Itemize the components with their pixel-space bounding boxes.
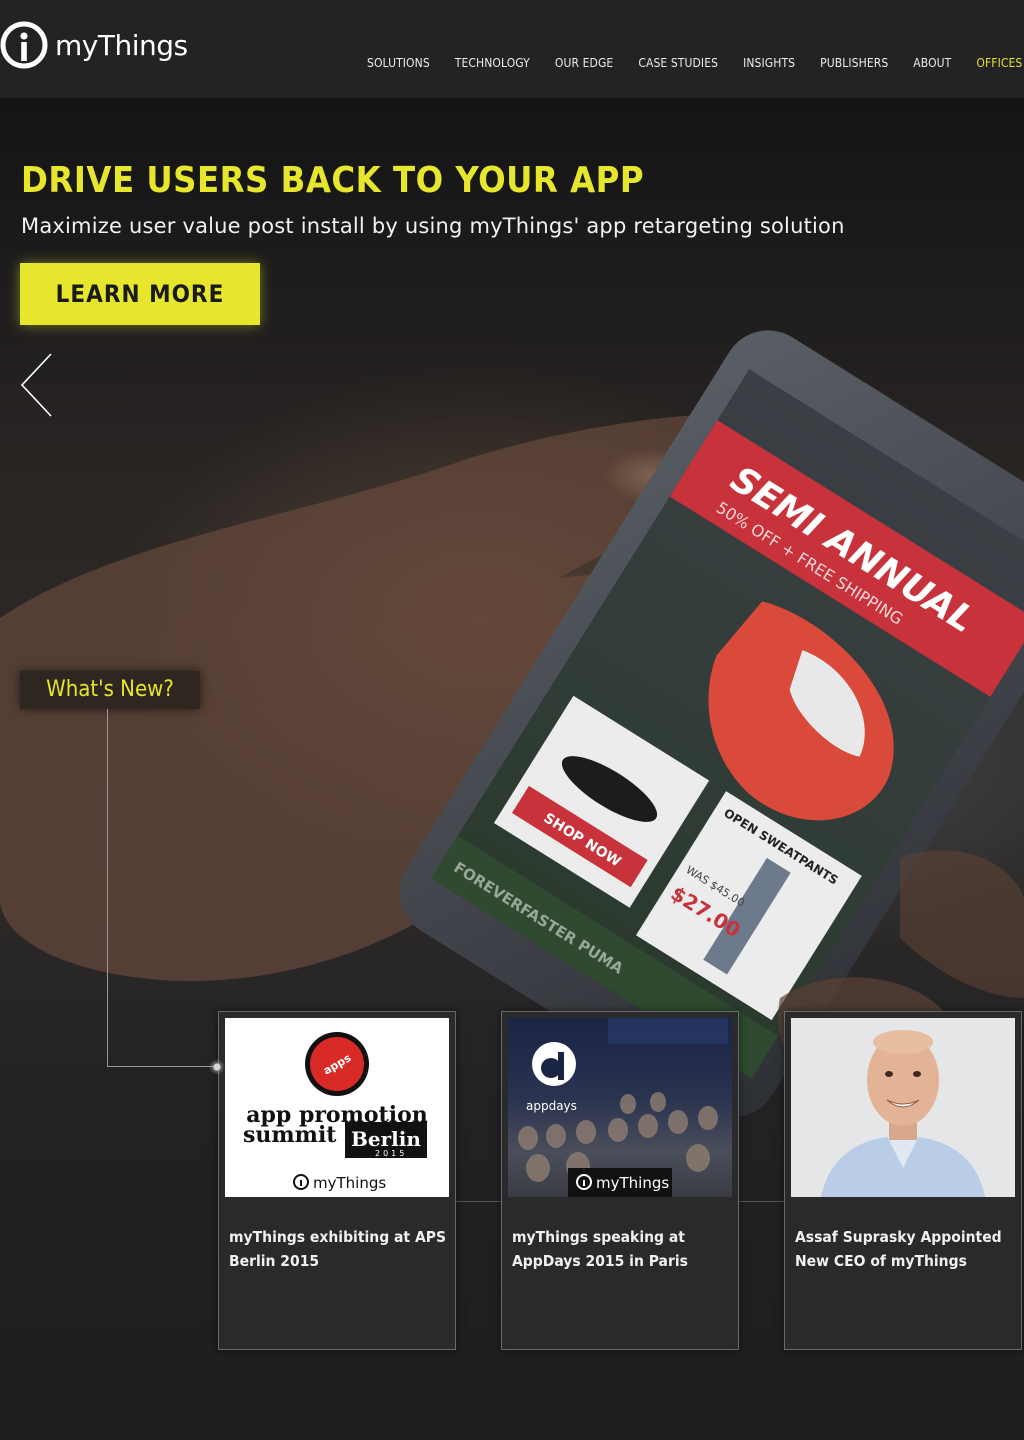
nav-about[interactable]: ABOUT bbox=[913, 56, 951, 70]
site-header: myThings SOLUTIONS TECHNOLOGY OUR EDGE C… bbox=[0, 0, 1024, 98]
news-card-title: myThings speaking at AppDays 2015 in Par… bbox=[512, 1228, 688, 1270]
appdays-logo-text: appdays bbox=[526, 1099, 577, 1113]
timeline-dot bbox=[209, 1059, 225, 1075]
logo-text: myThings bbox=[55, 28, 188, 62]
news-card-title: myThings exhibiting at APS Berlin 2015 bbox=[229, 1228, 447, 1270]
nav-our-edge[interactable]: OUR EDGE bbox=[555, 56, 613, 70]
main-nav: SOLUTIONS TECHNOLOGY OUR EDGE CASE STUDI… bbox=[367, 56, 1024, 70]
appdays-brand: myThings bbox=[596, 1174, 669, 1192]
nav-technology[interactable]: TECHNOLOGY bbox=[455, 56, 530, 70]
timeline-connector bbox=[107, 709, 108, 1067]
aps-brand: myThings bbox=[313, 1174, 386, 1192]
logo-icon bbox=[0, 21, 48, 69]
logo[interactable]: myThings bbox=[0, 20, 188, 70]
news-card-appdays[interactable]: d appdays myThings myThings speaking at … bbox=[501, 1011, 739, 1350]
learn-more-button[interactable]: LEARN MORE bbox=[20, 263, 260, 325]
news-card-image: apps app promotion summit Berlin 2015 my… bbox=[225, 1018, 449, 1197]
news-card-aps-berlin[interactable]: apps app promotion summit Berlin 2015 my… bbox=[218, 1011, 456, 1350]
ceo-portrait-image bbox=[821, 1030, 985, 1197]
whats-new-label: What's New? bbox=[20, 671, 200, 709]
aps-city: Berlin bbox=[351, 1127, 421, 1151]
chevron-left-icon[interactable] bbox=[18, 352, 58, 418]
nav-insights[interactable]: INSIGHTS bbox=[743, 56, 795, 70]
news-card-image bbox=[791, 1018, 1015, 1197]
news-card-title: Assaf Suprasky Appointed New CEO of myTh… bbox=[795, 1228, 1002, 1270]
nav-solutions[interactable]: SOLUTIONS bbox=[367, 56, 430, 70]
aps-year: 2015 bbox=[375, 1149, 407, 1158]
nav-case-studies[interactable]: CASE STUDIES bbox=[638, 56, 718, 70]
timeline-connector bbox=[107, 1066, 217, 1067]
news-card-image: d appdays myThings bbox=[508, 1018, 732, 1197]
card-divider bbox=[739, 1201, 785, 1202]
news-card-ceo[interactable]: Assaf Suprasky Appointed New CEO of myTh… bbox=[784, 1011, 1022, 1350]
card-divider bbox=[456, 1201, 502, 1202]
aps-berlin-image: apps app promotion summit Berlin 2015 my… bbox=[243, 1032, 428, 1192]
appdays-image: d appdays myThings bbox=[518, 1018, 728, 1197]
hero-subhead: Maximize user value post install by usin… bbox=[21, 214, 845, 238]
hero-headline: DRIVE USERS BACK TO YOUR APP bbox=[21, 160, 645, 201]
aps-title-line2: summit bbox=[243, 1122, 337, 1148]
nav-offices[interactable]: OFFICES bbox=[976, 56, 1022, 70]
nav-publishers[interactable]: PUBLISHERS bbox=[820, 56, 888, 70]
